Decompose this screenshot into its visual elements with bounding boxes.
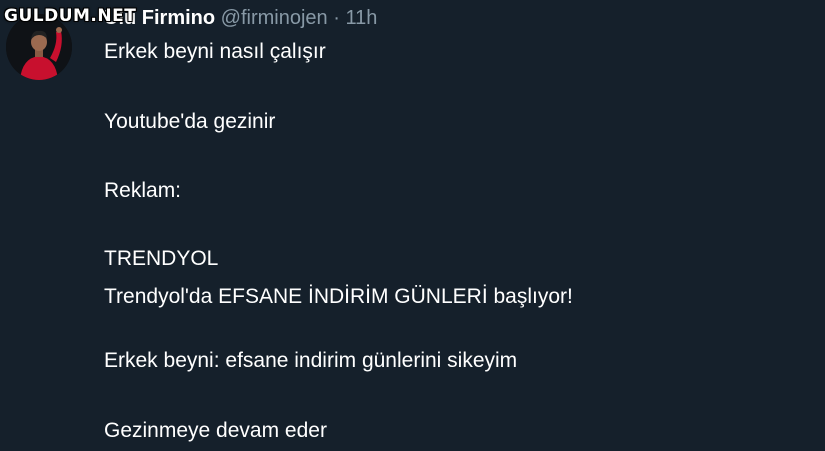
tweet-line: Trendyol'da EFSANE İNDİRİM GÜNLERİ başlı… — [104, 285, 573, 308]
watermark-logo: GULDUM.NET — [4, 6, 137, 26]
separator-dot: · — [333, 7, 340, 29]
author-handle[interactable]: @firminojen — [221, 7, 328, 29]
tweet-line: Gezinmeye devam eder — [104, 419, 327, 442]
tweet-line: Erkek beyni nasıl çalışır — [104, 40, 326, 63]
tweet-line: TRENDYOL — [104, 247, 219, 270]
tweet-header: Ulu Firmino @firminojen · 11h — [104, 6, 377, 30]
tweet-line: Youtube'da gezinir — [104, 110, 276, 133]
tweet-timestamp[interactable]: 11h — [345, 7, 377, 29]
tweet-line: Reklam: — [104, 179, 182, 202]
tweet-line: Erkek beyni: efsane indirim günlerini si… — [104, 349, 518, 372]
